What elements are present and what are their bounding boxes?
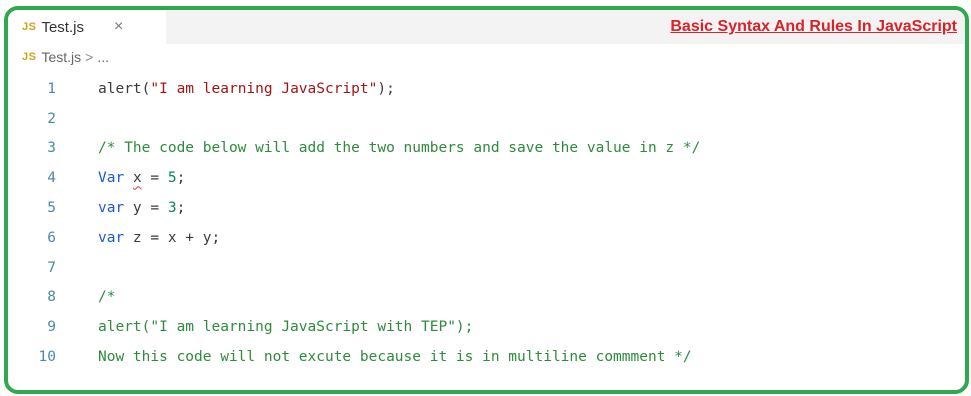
line-text: var z = x + y; bbox=[98, 230, 220, 246]
line-number: 8 bbox=[47, 289, 56, 306]
editor-frame: JS Test.js × Basic Syntax And Rules In J… bbox=[4, 6, 969, 394]
comment-text: /* The code below will add the two numbe… bbox=[98, 140, 701, 157]
line-number: 2 bbox=[47, 110, 56, 127]
line-number: 9 bbox=[47, 319, 56, 336]
code-editor[interactable]: 1 alert("I am learning JavaScript"); 2 3… bbox=[8, 74, 965, 390]
number-literal: 5 bbox=[167, 170, 177, 187]
line-number: 1 bbox=[47, 80, 56, 97]
code-token: y = bbox=[124, 200, 168, 217]
tab-test-js[interactable]: JS Test.js × bbox=[8, 10, 166, 44]
code-token: = bbox=[141, 170, 168, 187]
page-title: Basic Syntax And Rules In JavaScript bbox=[670, 18, 957, 35]
line-number: 7 bbox=[47, 259, 56, 276]
code-token: ); bbox=[377, 80, 395, 97]
code-line: 4 Var x = 5; bbox=[8, 163, 965, 193]
line-text: Var x = 5; bbox=[98, 170, 185, 186]
comment-text: /* bbox=[98, 289, 116, 306]
error-squiggle-variable[interactable]: x bbox=[133, 170, 142, 186]
code-line: 1 alert("I am learning JavaScript"); bbox=[8, 74, 965, 104]
string-literal: "I am learning JavaScript" bbox=[150, 80, 378, 97]
line-text: var y = 3; bbox=[98, 200, 185, 216]
code-line: 9 alert("I am learning JavaScript with T… bbox=[8, 312, 965, 342]
comment-text: Now this code will not excute because it… bbox=[98, 349, 692, 366]
code-token: ; bbox=[176, 170, 186, 187]
breadcrumb-more[interactable]: ... bbox=[97, 49, 109, 65]
line-number: 10 bbox=[38, 349, 56, 366]
comment-text: alert("I am learning JavaScript with TEP… bbox=[98, 319, 474, 336]
code-line: 7 bbox=[8, 253, 965, 283]
code-token: alert( bbox=[98, 80, 151, 97]
code-line: 5 var y = 3; bbox=[8, 193, 965, 223]
chevron-right-icon: > bbox=[85, 49, 94, 65]
tab-bar: JS Test.js × Basic Syntax And Rules In J… bbox=[8, 10, 965, 44]
line-text: alert("I am learning JavaScript"); bbox=[98, 81, 395, 97]
line-number: 5 bbox=[47, 200, 56, 217]
code-token: z = x + y; bbox=[124, 229, 221, 246]
code-line: 3 /* The code below will add the two num… bbox=[8, 134, 965, 164]
close-icon[interactable]: × bbox=[114, 18, 123, 36]
breadcrumb-file[interactable]: Test.js bbox=[41, 49, 81, 65]
keyword: var bbox=[98, 229, 125, 246]
code-line: 6 var z = x + y; bbox=[8, 223, 965, 253]
breadcrumb: JS Test.js > ... bbox=[8, 44, 965, 70]
line-number: 4 bbox=[47, 170, 56, 187]
line-number: 6 bbox=[47, 229, 56, 246]
number-literal: 3 bbox=[167, 200, 177, 217]
code-line: 2 bbox=[8, 104, 965, 134]
tab-label: Test.js bbox=[41, 18, 84, 36]
javascript-file-icon: JS bbox=[22, 51, 37, 63]
keyword: Var bbox=[98, 170, 125, 187]
javascript-file-icon: JS bbox=[22, 21, 37, 33]
code-line: 8 /* bbox=[8, 283, 965, 313]
line-number: 3 bbox=[47, 140, 56, 157]
keyword: var bbox=[98, 200, 125, 217]
code-token: ; bbox=[176, 200, 186, 217]
code-line: 10 Now this code will not excute because… bbox=[8, 342, 965, 372]
